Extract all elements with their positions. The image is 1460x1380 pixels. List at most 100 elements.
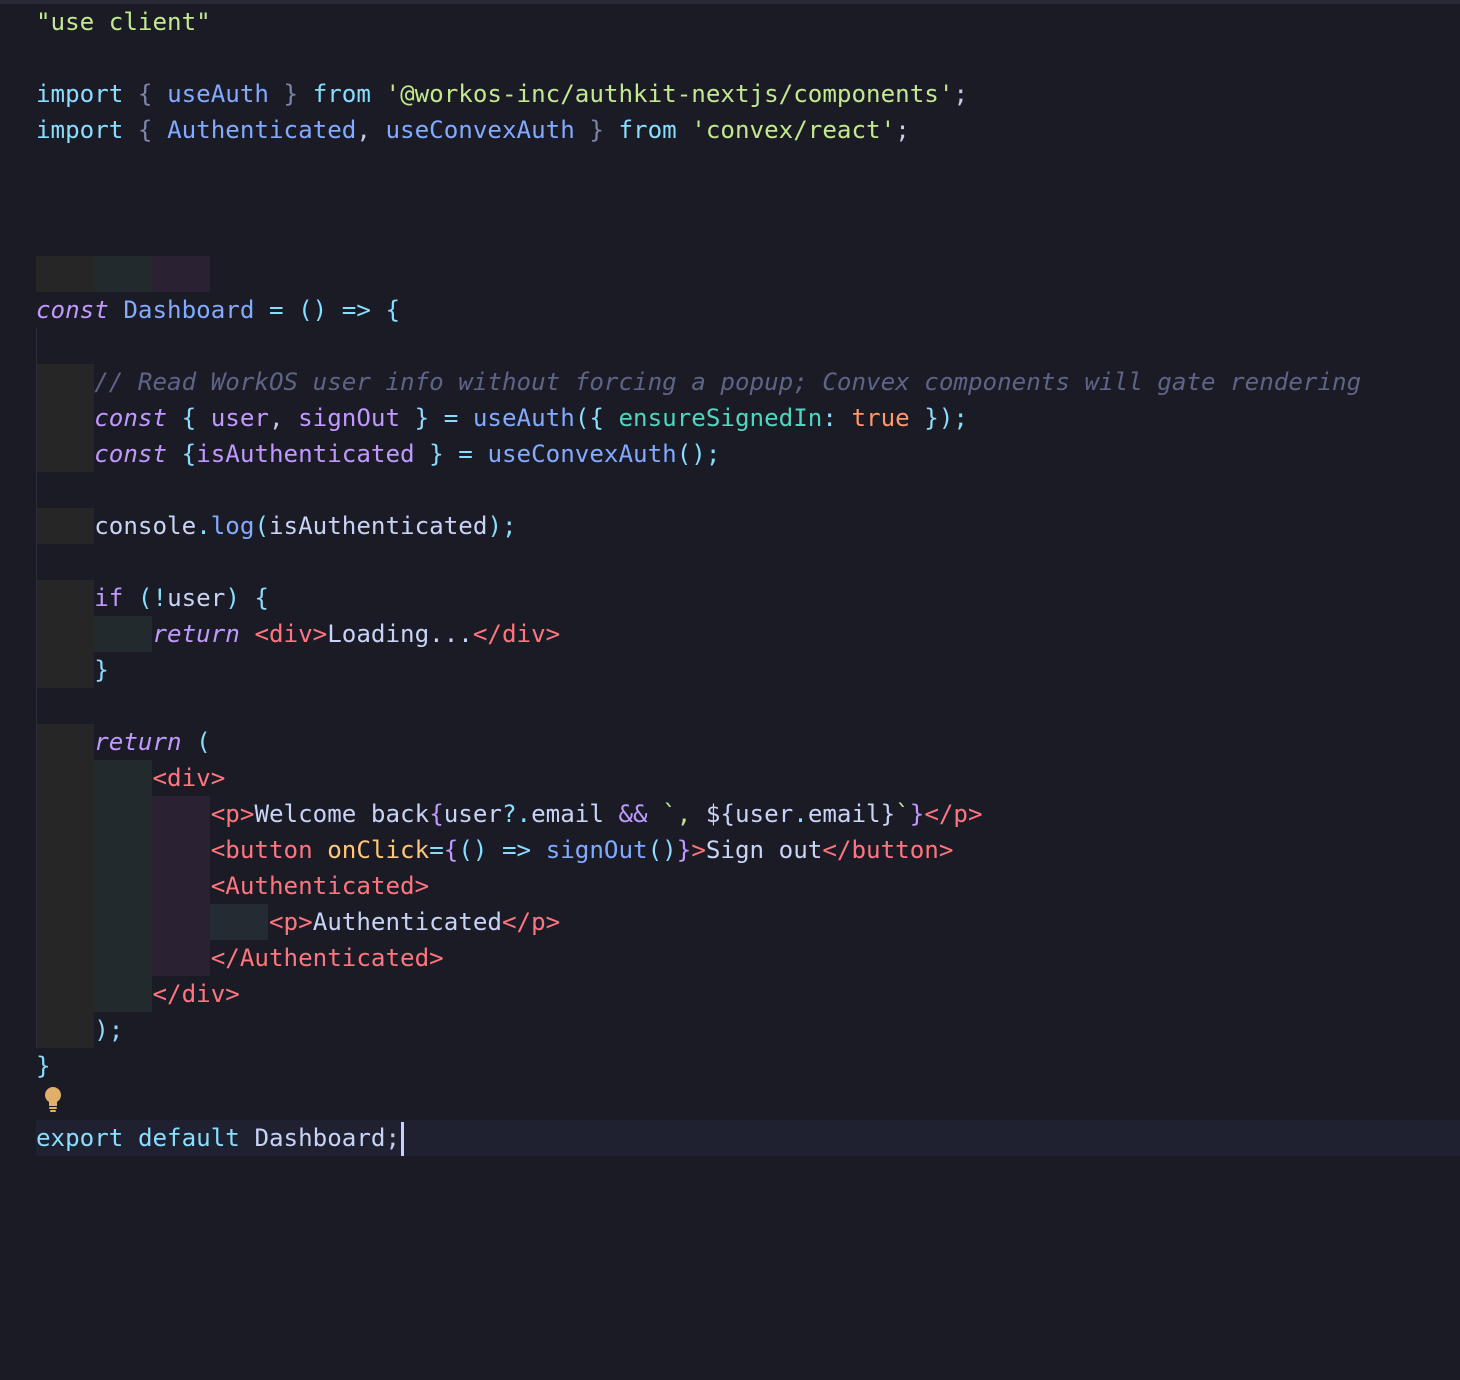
- code-line-4[interactable]: import { Authenticated, useConvexAuth } …: [36, 112, 910, 148]
- code-line-28[interactable]: </div>: [36, 976, 240, 1012]
- lightbulb-icon[interactable]: [41, 1085, 65, 1115]
- code-token: ': [676, 116, 706, 144]
- code-token: });: [909, 404, 968, 432]
- code-token: Sign out: [705, 836, 823, 864]
- code-token: convex/react: [705, 116, 881, 144]
- code-token: default: [137, 1124, 240, 1152]
- code-token: .: [196, 512, 211, 540]
- code-token: }: [574, 116, 619, 144]
- code-token: </button>: [822, 836, 954, 864]
- code-token: ) {: [225, 584, 269, 612]
- code-token: useAuth: [167, 80, 269, 108]
- code-token: signOut: [545, 836, 648, 864]
- code-token: ;: [895, 116, 910, 144]
- code-line-18[interactable]: return <div>Loading...</div>: [36, 616, 561, 652]
- code-line-32[interactable]: export default Dashboard;: [36, 1120, 405, 1156]
- code-token: ,: [356, 116, 386, 144]
- code-token: export: [36, 1124, 124, 1152]
- code-token: from: [312, 80, 371, 108]
- code-token: "use client": [36, 8, 211, 36]
- code-token: = () => {: [269, 296, 401, 324]
- code-editor[interactable]: "use client" import { useAuth } from '@wo…: [0, 0, 1460, 1380]
- code-token: useConvexAuth: [385, 116, 575, 144]
- code-token: user: [210, 404, 269, 432]
- code-line-22[interactable]: <div>: [36, 760, 226, 796]
- code-token: =: [429, 836, 444, 864]
- code-token: {: [123, 116, 168, 144]
- code-token: }: [909, 800, 925, 828]
- code-line-23[interactable]: <p>Welcome back{user?.email && `, ${user…: [36, 796, 983, 832]
- code-token: }: [269, 80, 313, 108]
- code-token: if: [94, 584, 124, 612]
- indent-marker: [94, 256, 152, 292]
- code-token: <button: [210, 836, 313, 864]
- code-token: </p>: [924, 800, 983, 828]
- code-token: from: [618, 116, 677, 144]
- code-token: onClick: [327, 836, 430, 864]
- code-token: Loading...: [327, 620, 473, 648]
- code-token: user: [443, 800, 502, 828]
- code-token: email: [807, 800, 881, 828]
- code-token: isAuthenticated: [196, 440, 415, 468]
- text-cursor: [401, 1122, 405, 1156]
- code-token: {: [443, 836, 459, 864]
- code-token: <div>: [254, 620, 328, 648]
- code-token: }: [36, 1052, 51, 1080]
- code-token: ensureSignedIn: [618, 404, 823, 432]
- code-token: ;: [385, 1124, 401, 1152]
- code-line-12[interactable]: const { user, signOut } = useAuth({ ensu…: [36, 400, 968, 436]
- code-token: );: [487, 512, 517, 540]
- code-line-1[interactable]: "use client": [36, 4, 211, 40]
- code-token: :: [822, 404, 852, 432]
- code-line-24[interactable]: <button onClick={() => signOut()}>Sign o…: [36, 832, 954, 868]
- code-line-3[interactable]: import { useAuth } from '@workos-inc/aut…: [36, 76, 968, 112]
- code-line-30[interactable]: }: [36, 1048, 51, 1084]
- code-line-11[interactable]: // Read WorkOS user info without forcing…: [36, 364, 1361, 400]
- code-token: `,: [662, 800, 706, 828]
- code-token: ': [880, 116, 896, 144]
- code-line-25[interactable]: <Authenticated>: [36, 868, 429, 904]
- code-line-9[interactable]: const Dashboard = () => {: [36, 292, 400, 328]
- code-token: ': [938, 80, 954, 108]
- code-line-21[interactable]: return (: [36, 724, 211, 760]
- code-line-26[interactable]: <p>Authenticated</p>: [36, 904, 560, 940]
- code-token: Dashboard: [254, 1124, 386, 1152]
- code-token: }: [880, 800, 896, 828]
- code-token: (: [254, 512, 269, 540]
- code-token: Authenticated: [167, 116, 357, 144]
- code-token: <Authenticated>: [210, 872, 430, 900]
- code-line-17[interactable]: if (!user) {: [36, 580, 269, 616]
- code-token: ${: [705, 800, 735, 828]
- code-token: const: [94, 404, 168, 432]
- code-line-13[interactable]: const {isAuthenticated } = useConvexAuth…: [36, 436, 720, 472]
- code-token: return: [94, 728, 182, 756]
- code-token: Welcome back: [254, 800, 430, 828]
- indent-marker: [36, 256, 94, 292]
- code-token: user: [735, 800, 794, 828]
- code-line-27[interactable]: </Authenticated>: [36, 940, 444, 976]
- code-token: !: [152, 584, 168, 612]
- code-line-29[interactable]: );: [36, 1012, 123, 1048]
- code-line-19[interactable]: }: [36, 652, 109, 688]
- code-token: } =: [414, 440, 488, 468]
- code-token: ;: [953, 80, 968, 108]
- code-token: ({: [574, 404, 619, 432]
- code-token: Dashboard: [108, 296, 269, 324]
- code-token: import: [36, 80, 124, 108]
- code-line-15[interactable]: console.log(isAuthenticated);: [36, 508, 517, 544]
- code-token: useAuth: [472, 404, 575, 432]
- code-token: <p>: [210, 800, 255, 828]
